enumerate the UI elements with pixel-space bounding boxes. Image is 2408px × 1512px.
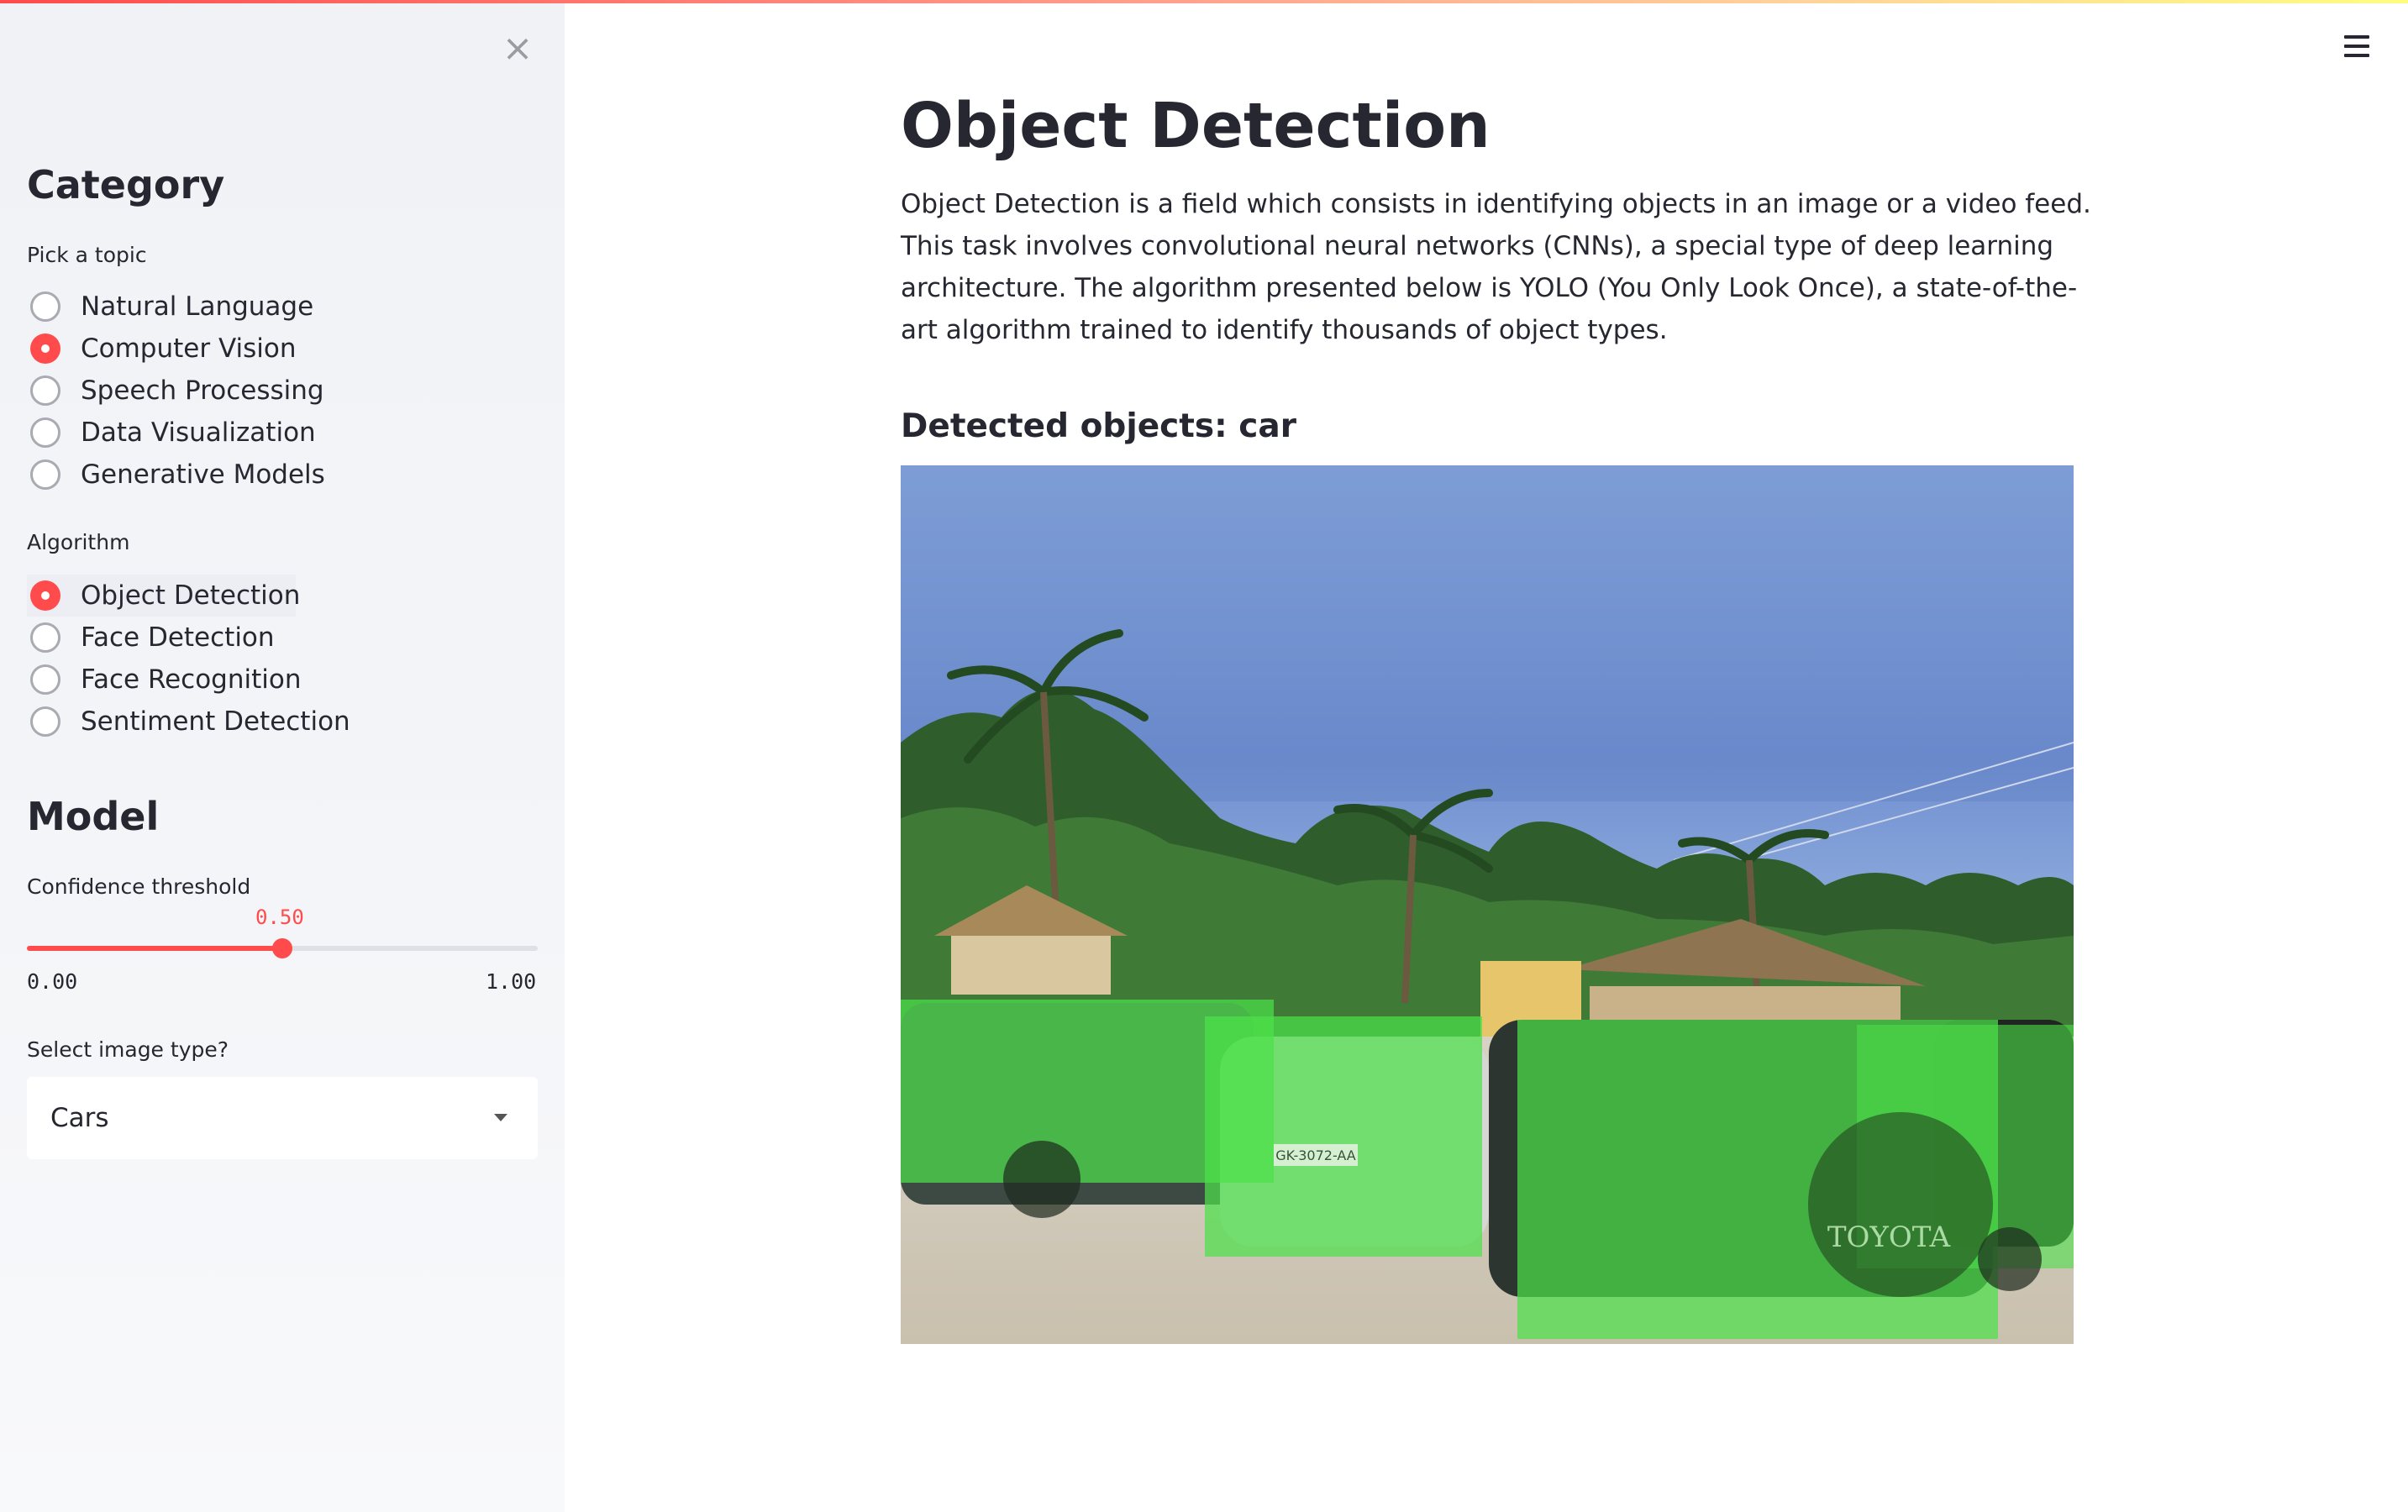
- image-type-value: Cars: [50, 1103, 109, 1133]
- radio-button[interactable]: [30, 417, 60, 448]
- radio-button[interactable]: [30, 664, 60, 695]
- radio-button-selected[interactable]: [30, 580, 60, 611]
- radio-button[interactable]: [30, 622, 60, 653]
- radio-button-selected[interactable]: [30, 333, 60, 364]
- topic-label: Pick a topic: [27, 243, 147, 267]
- detected-objects-heading: Detected objects: car: [901, 407, 1296, 445]
- algorithm-option-label: Sentiment Detection: [81, 706, 350, 737]
- image-type-select[interactable]: Cars: [27, 1077, 538, 1159]
- radio-button[interactable]: [30, 706, 60, 737]
- chevron-down-icon: [494, 1114, 507, 1121]
- topic-option-label: Speech Processing: [81, 375, 324, 406]
- algorithm-label: Algorithm: [27, 530, 130, 554]
- algorithm-option-label: Face Recognition: [81, 664, 302, 695]
- topic-option-label: Generative Models: [81, 459, 325, 490]
- topic-radio-group: Natural Language Computer Vision Speech …: [27, 286, 325, 496]
- radio-button[interactable]: [30, 459, 60, 490]
- slider-fill: [27, 946, 282, 951]
- algorithm-option[interactable]: Face Recognition: [27, 659, 350, 701]
- slider-handle[interactable]: [272, 938, 292, 958]
- algorithm-option-label: Face Detection: [81, 622, 275, 653]
- topic-option[interactable]: Generative Models: [27, 454, 325, 496]
- algorithm-option[interactable]: Sentiment Detection: [27, 701, 350, 743]
- hamburger-menu-icon[interactable]: [2344, 35, 2369, 57]
- topic-option[interactable]: Speech Processing: [27, 370, 325, 412]
- algorithm-radio-group: Object Detection Face Detection Face Rec…: [27, 575, 350, 743]
- model-heading: Model: [27, 794, 160, 839]
- sidebar: × Category Pick a topic Natural Language…: [0, 3, 565, 1512]
- license-plate-text: GK-3072-AA: [1275, 1147, 1356, 1163]
- image-type-label: Select image type?: [27, 1037, 229, 1062]
- algorithm-option[interactable]: Face Detection: [27, 617, 350, 659]
- detection-result-image: GK-3072-AA TOYOTA: [901, 465, 2074, 1344]
- radio-button[interactable]: [30, 375, 60, 406]
- algorithm-option-label: Object Detection: [81, 580, 301, 611]
- car-logo-text: TOYOTA: [1827, 1221, 1951, 1254]
- page-title: Object Detection: [901, 90, 1491, 162]
- confidence-value: 0.50: [255, 906, 304, 929]
- topic-option-label: Computer Vision: [81, 333, 297, 364]
- detection-box: [1205, 1016, 1482, 1257]
- slider-min-label: 0.00: [27, 969, 78, 994]
- algorithm-option[interactable]: Object Detection: [27, 575, 300, 617]
- radio-button[interactable]: [30, 291, 60, 322]
- topic-option-label: Natural Language: [81, 291, 314, 322]
- category-heading: Category: [27, 162, 225, 207]
- topic-option-label: Data Visualization: [81, 417, 316, 448]
- topic-option[interactable]: Data Visualization: [27, 412, 325, 454]
- scene-illustration: GK-3072-AA TOYOTA: [901, 465, 2074, 1344]
- page-description: Object Detection is a field which consis…: [901, 189, 2091, 345]
- slider-max-label: 1.00: [486, 969, 537, 994]
- confidence-label: Confidence threshold: [27, 874, 251, 899]
- close-icon[interactable]: ×: [501, 30, 534, 67]
- topic-option[interactable]: Computer Vision: [27, 328, 325, 370]
- confidence-slider[interactable]: [27, 938, 538, 958]
- topic-option[interactable]: Natural Language: [27, 286, 325, 328]
